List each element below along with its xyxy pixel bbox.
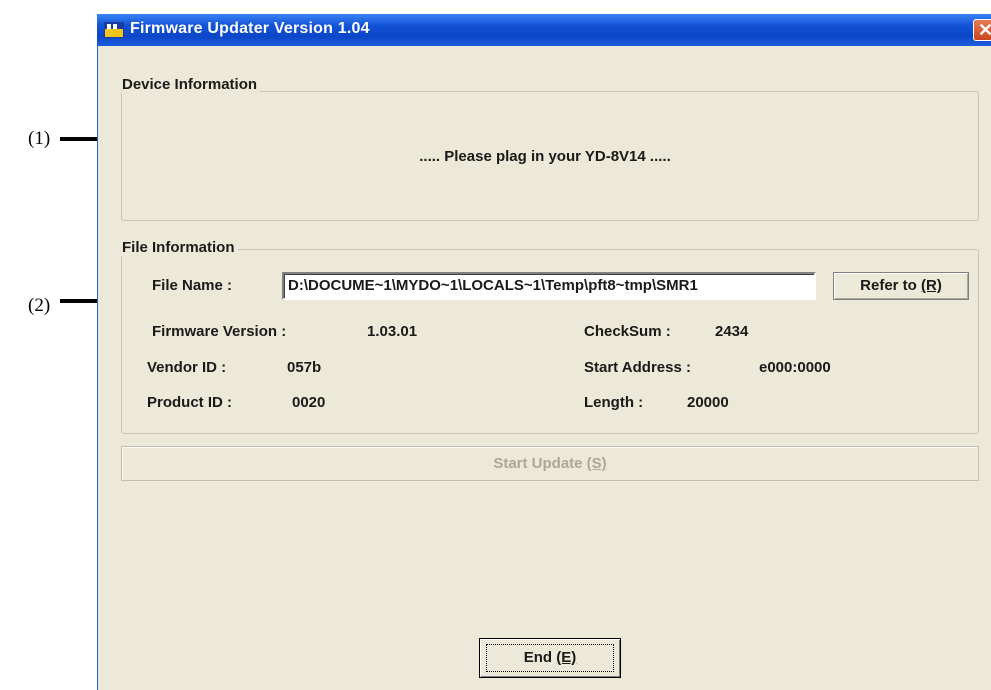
checksum-label: CheckSum : bbox=[584, 323, 671, 340]
window-title: Firmware Updater Version 1.04 bbox=[130, 20, 370, 37]
start-address-value: e000:0000 bbox=[759, 359, 831, 376]
firmware-version-value: 1.03.01 bbox=[367, 323, 418, 340]
product-id-label: Product ID : bbox=[147, 394, 232, 411]
length-label: Length : bbox=[584, 394, 644, 411]
device-information-title: Device Information bbox=[121, 76, 261, 93]
start-address-label: Start Address : bbox=[584, 359, 691, 376]
callout-2-label: (2) bbox=[28, 295, 51, 316]
file-name-label: File Name : bbox=[152, 277, 233, 294]
device-status-message: ..... Please plag in your YD-8V14 ..... bbox=[419, 148, 671, 165]
start-update-button-label: Start Update bbox=[493, 455, 587, 472]
vendor-id-value: 057b bbox=[287, 359, 322, 376]
focus-rectangle bbox=[486, 644, 614, 672]
title-bar[interactable]: Firmware Updater Version 1.04 ✕ bbox=[97, 14, 991, 46]
close-button[interactable]: ✕ bbox=[973, 19, 991, 41]
firmware-updater-window: Firmware Updater Version 1.04 ✕ Device I… bbox=[97, 14, 991, 690]
start-update-button[interactable]: Start Update (S) bbox=[121, 446, 979, 481]
close-icon: ✕ bbox=[978, 20, 991, 40]
app-icon bbox=[104, 22, 124, 38]
vendor-id-label: Vendor ID : bbox=[147, 359, 227, 376]
start-update-button-mnemonic: (S) bbox=[586, 455, 607, 472]
product-id-value: 0020 bbox=[292, 394, 326, 411]
end-button[interactable]: End (E) bbox=[479, 638, 621, 678]
file-information-title: File Information bbox=[121, 239, 238, 256]
refer-to-button[interactable]: Refer to (R) bbox=[833, 272, 969, 300]
file-name-field[interactable]: D:\DOCUME~1\MYDO~1\LOCALS~1\Temp\pft8~tm… bbox=[282, 272, 816, 300]
refer-to-button-mnemonic: (R) bbox=[921, 277, 942, 294]
refer-to-button-label: Refer to bbox=[860, 277, 921, 294]
callout-1-label: (1) bbox=[28, 128, 51, 149]
firmware-version-label: Firmware Version : bbox=[152, 323, 287, 340]
length-value: 20000 bbox=[687, 394, 729, 411]
checksum-value: 2434 bbox=[715, 323, 749, 340]
